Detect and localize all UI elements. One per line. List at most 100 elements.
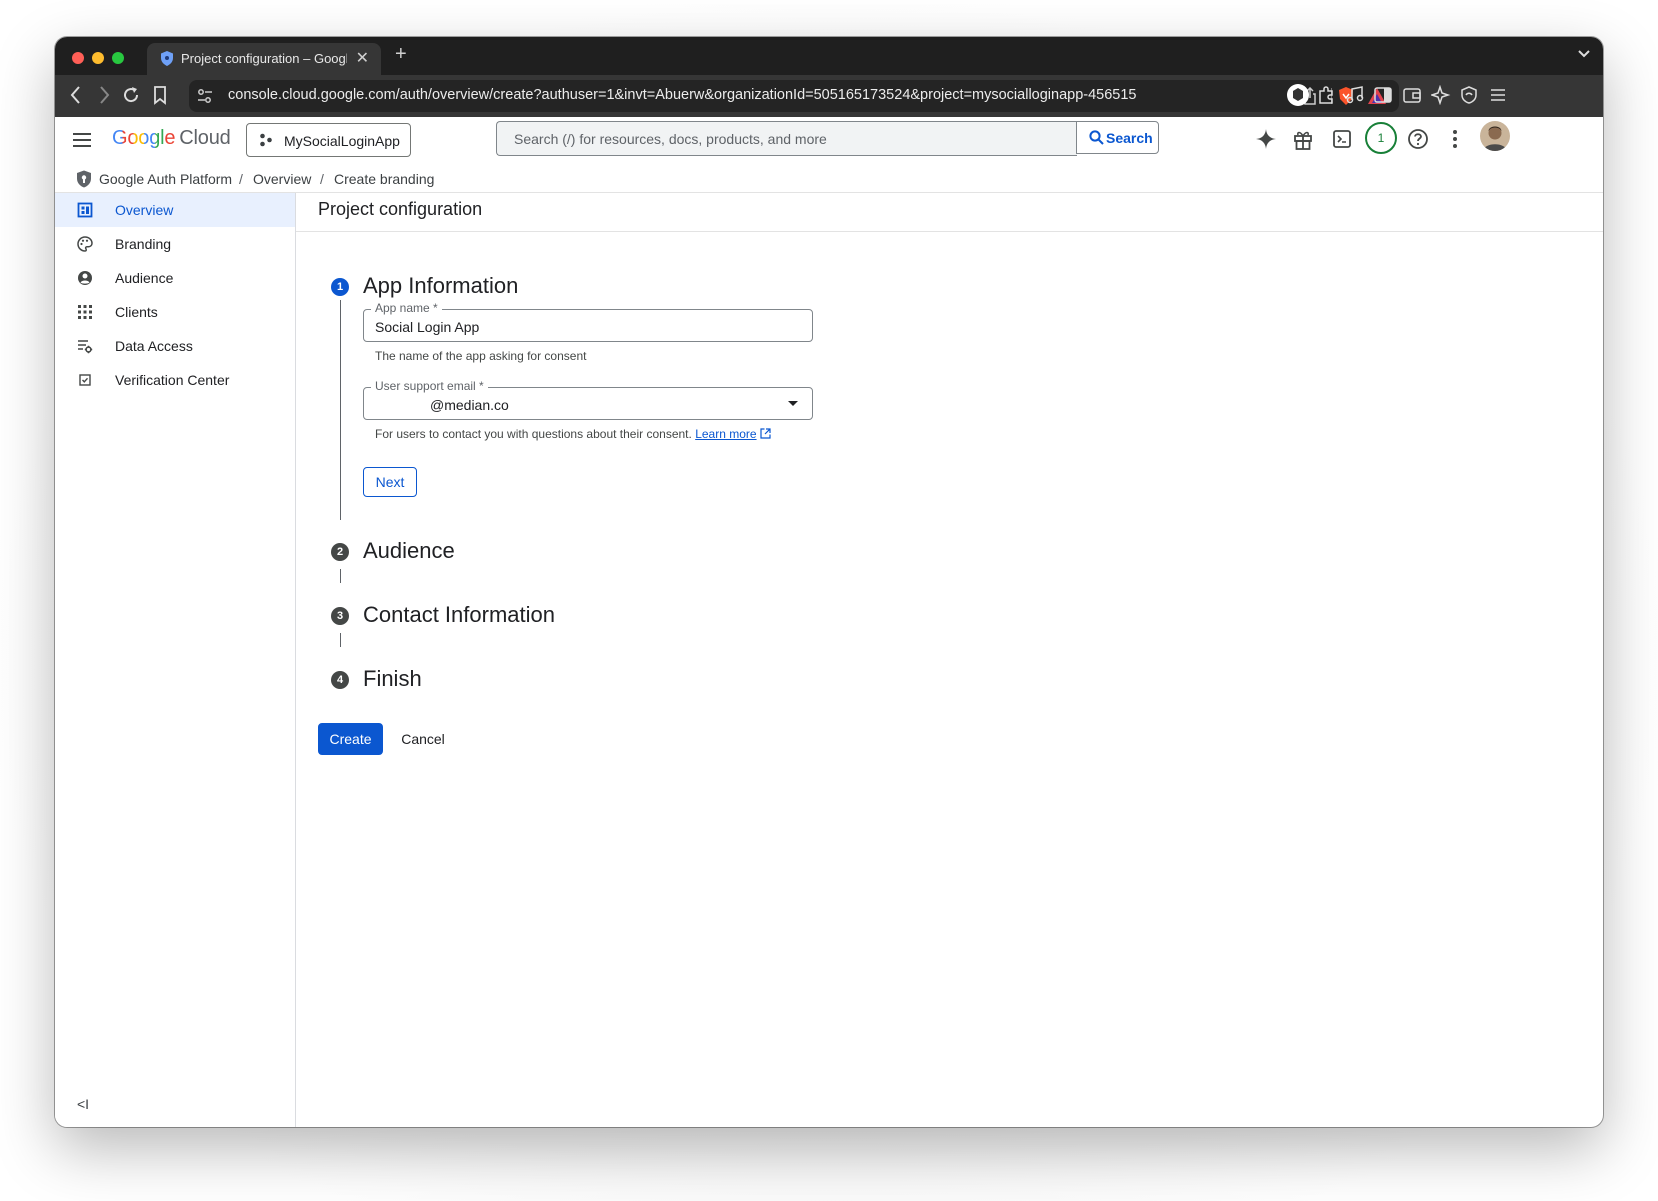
console-header: GoogleCloud MySocialLoginApp Search 1 (55, 117, 1603, 166)
help-icon[interactable] (1407, 128, 1429, 150)
back-icon[interactable] (69, 85, 83, 105)
more-vert-icon[interactable] (1452, 129, 1458, 149)
sidebar-item-label: Clients (115, 304, 158, 320)
breadcrumb-separator: / (320, 171, 324, 187)
cancel-button[interactable]: Cancel (393, 723, 453, 755)
step-2-title[interactable]: Audience (363, 538, 455, 564)
dashboard-icon (77, 202, 93, 218)
browser-window: Project configuration – Googl ✕ + consol… (55, 37, 1603, 1127)
browser-menu-icon[interactable] (1488, 85, 1508, 105)
step-1-connector (340, 300, 341, 520)
search-button[interactable]: Search (1076, 121, 1159, 154)
app-name-value: Social Login App (375, 319, 480, 335)
sidebar-nav: Overview Branding Audience Clients Data … (55, 193, 296, 1127)
app-name-hint: The name of the app asking for consent (375, 349, 587, 363)
step-3-number: 3 (331, 607, 349, 625)
site-settings-icon[interactable] (197, 88, 213, 104)
reload-icon[interactable] (121, 85, 141, 105)
search-box (496, 121, 1077, 156)
step-3-connector (340, 633, 341, 647)
sidebar-item-overview[interactable]: Overview (55, 193, 295, 227)
shield-favicon-icon (161, 51, 173, 66)
next-button[interactable]: Next (363, 467, 417, 497)
google-cloud-logo[interactable]: Google Cloud (112, 127, 231, 150)
auth-platform-shield-icon (77, 170, 91, 188)
support-email-hint-wrap: For users to contact you with questions … (375, 427, 771, 441)
media-music-icon[interactable] (1345, 85, 1365, 105)
breadcrumb-create-branding: Create branding (334, 171, 435, 187)
bookmark-icon[interactable] (153, 85, 167, 105)
project-name: MySocialLoginApp (284, 133, 400, 149)
collapse-sidebar-button[interactable]: <I (77, 1096, 89, 1112)
create-button[interactable]: Create (318, 723, 383, 755)
gift-icon[interactable] (1293, 128, 1313, 150)
leo-ai-sparkle-icon[interactable] (1431, 85, 1451, 105)
close-tab-icon[interactable]: ✕ (356, 48, 369, 68)
search-icon (1089, 130, 1104, 145)
open-in-new-icon (760, 428, 771, 439)
palette-icon (77, 236, 93, 252)
gemini-sparkle-icon[interactable] (1255, 128, 1277, 150)
sidebar-item-verification-center[interactable]: Verification Center (55, 363, 295, 397)
project-hierarchy-icon (260, 133, 272, 147)
tab-title: Project configuration – Googl (181, 51, 347, 66)
tab-list-chevron-icon[interactable] (1577, 47, 1591, 61)
step-1-title[interactable]: App Information (363, 273, 518, 299)
data-settings-icon (78, 340, 93, 354)
wallet-extension-icon[interactable] (1286, 83, 1310, 107)
tab-strip: Project configuration – Googl ✕ + (55, 37, 1603, 75)
sidebar-toggle-icon[interactable] (1373, 85, 1393, 105)
support-email-hint: For users to contact you with questions … (375, 427, 692, 441)
logo-google-text: Google (112, 127, 176, 149)
breadcrumb-overview[interactable]: Overview (253, 171, 311, 187)
breadcrumb-separator: / (239, 171, 243, 187)
wallet-icon[interactable] (1402, 85, 1422, 105)
project-picker-button[interactable]: MySocialLoginApp (246, 123, 411, 157)
sidebar-item-branding[interactable]: Branding (55, 227, 295, 261)
step-2-connector (340, 569, 341, 583)
checkbox-icon (79, 374, 91, 386)
apps-grid-icon (78, 305, 92, 319)
support-email-value: @median.co (430, 397, 509, 413)
new-tab-icon[interactable]: + (395, 43, 407, 66)
logo-cloud-text: Cloud (179, 127, 231, 149)
minimize-window-button[interactable] (92, 52, 104, 64)
user-avatar-icon (1480, 121, 1510, 151)
sidebar-item-label: Data Access (115, 338, 193, 354)
breadcrumb: Google Auth Platform / Overview / Create… (55, 165, 1603, 193)
close-window-button[interactable] (72, 52, 84, 64)
support-email-label: User support email * (371, 379, 488, 393)
dropdown-arrow-icon (788, 401, 798, 406)
step-3-title[interactable]: Contact Information (363, 602, 555, 628)
sidebar-item-label: Branding (115, 236, 172, 252)
account-avatar[interactable] (1480, 121, 1510, 151)
extensions-puzzle-icon[interactable] (1316, 85, 1336, 105)
sidebar-item-audience[interactable]: Audience (55, 261, 295, 295)
notifications-badge[interactable]: 1 (1365, 122, 1397, 154)
breadcrumb-auth-platform[interactable]: Google Auth Platform (99, 171, 232, 187)
step-1-number: 1 (331, 278, 349, 296)
sidebar-item-label: Audience (115, 270, 174, 286)
browser-tab[interactable]: Project configuration – Googl ✕ (147, 43, 381, 75)
sidebar-item-label: Verification Center (115, 372, 230, 388)
main-menu-icon[interactable] (73, 133, 91, 147)
step-4-title[interactable]: Finish (363, 666, 422, 692)
search-input[interactable] (497, 122, 1077, 155)
page-header: Project configuration (296, 193, 1603, 232)
step-2-number: 2 (331, 543, 349, 561)
forward-icon[interactable] (97, 85, 111, 105)
vpn-shield-icon[interactable] (1459, 85, 1479, 105)
address-bar[interactable]: console.cloud.google.com/auth/overview/c… (189, 80, 1399, 112)
browser-toolbar: console.cloud.google.com/auth/overview/c… (55, 75, 1603, 117)
sidebar-item-data-access[interactable]: Data Access (55, 329, 295, 363)
url-text: console.cloud.google.com/auth/overview/c… (228, 87, 1137, 103)
cloud-shell-terminal-icon[interactable] (1332, 129, 1352, 149)
sidebar-item-clients[interactable]: Clients (55, 295, 295, 329)
search-button-label: Search (1106, 130, 1153, 146)
app-name-label: App name * (371, 301, 442, 315)
sidebar-item-label: Overview (115, 202, 174, 218)
maximize-window-button[interactable] (112, 52, 124, 64)
learn-more-link[interactable]: Learn more (695, 427, 756, 441)
support-email-select[interactable]: User support email * @median.co (363, 379, 813, 420)
app-name-field[interactable]: App name * Social Login App (363, 301, 813, 342)
